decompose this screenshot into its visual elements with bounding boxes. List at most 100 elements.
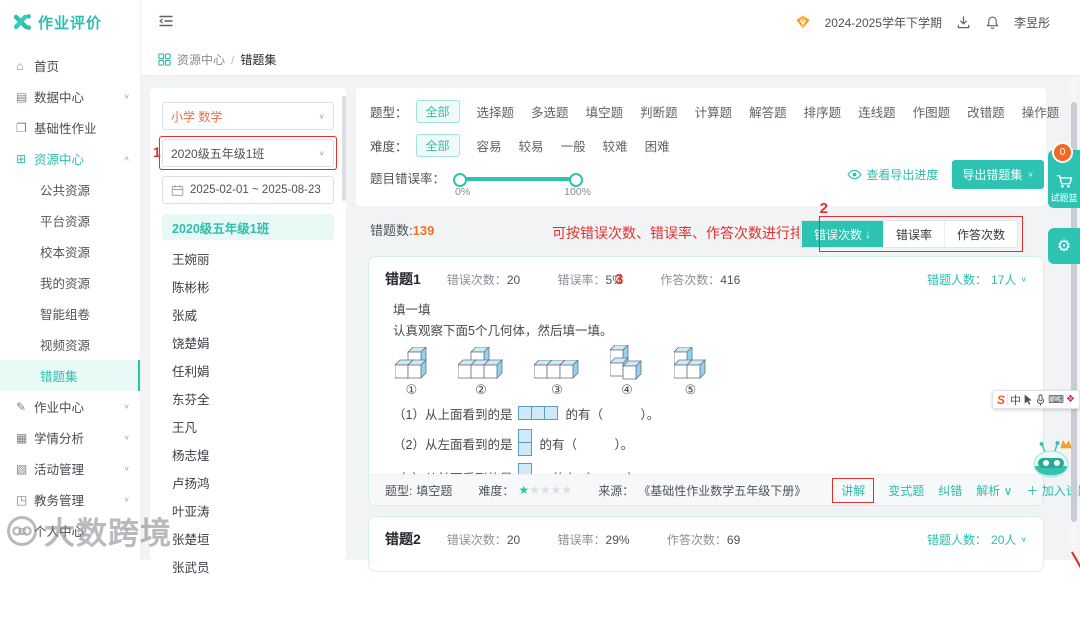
difficulty-pill[interactable]: 容易	[477, 136, 502, 155]
sidebar-item[interactable]: ⌂ 首页	[0, 50, 140, 81]
sidebar-item-label: 活动管理	[34, 463, 85, 477]
vip-gem-icon[interactable]	[795, 14, 811, 30]
chevron-icon: ∨	[123, 526, 130, 535]
figure-2: ②	[458, 347, 504, 398]
type-pill[interactable]: 选择题	[477, 102, 515, 121]
class-select[interactable]: 2020级五年级1班 ∨	[162, 139, 334, 167]
wrong-people-toggle[interactable]: 错题人数： 17人 ∨	[927, 271, 1027, 288]
slider-handle-max[interactable]	[569, 172, 584, 187]
wrong-people-toggle[interactable]: 错题人数： 20人 ∨	[927, 531, 1027, 548]
current-user[interactable]: 李昱彤	[1014, 14, 1050, 31]
question-action-link[interactable]: 讲解	[832, 477, 875, 503]
view-export-progress-link[interactable]: 查看导出进度	[847, 166, 938, 183]
sidebar-item[interactable]: 我的资源	[0, 267, 140, 298]
stat-item: 作答次数：416	[660, 272, 741, 287]
settings-widget[interactable]: ⚙	[1048, 228, 1080, 264]
sidebar-item[interactable]: ☺ 个人中心 ∨	[0, 515, 140, 546]
type-pill[interactable]: 作图题	[913, 102, 951, 121]
ime-toolbar[interactable]: S 中 ⌨ ❖	[992, 390, 1080, 409]
question-card-1: 错题1 错误次数：20 错误率：5% 作答次数：416 错题人数： 17人 ∨ 填…	[368, 256, 1080, 506]
keyboard-icon[interactable]: ⌨	[1048, 393, 1064, 406]
sidebar-item[interactable]: 校本资源	[0, 236, 140, 267]
question-basket-widget[interactable]: 0 试题篮	[1048, 142, 1080, 208]
figure-5: ⑤	[674, 347, 707, 398]
type-pill[interactable]: 操作题	[1022, 102, 1060, 121]
question-action-link[interactable]: 变式题	[888, 482, 924, 499]
sidebar-item[interactable]: 错题集	[0, 360, 140, 391]
student-item[interactable]: 张武员	[162, 552, 334, 575]
app-logo[interactable]: 作业评价	[0, 0, 140, 44]
type-pills: 全部 选择题 多选题 填空题 判断题 计算题 解答题 排序题 连线题 作图题 改错题 操作题	[415, 100, 1060, 123]
profile-icon: ☺	[16, 523, 29, 538]
assistant-robot[interactable]	[1030, 436, 1074, 483]
type-pill[interactable]: 填空题	[586, 102, 624, 121]
sidebar-item[interactable]: ❐ 基础性作业	[0, 112, 140, 143]
sidebar-item[interactable]: 公共资源	[0, 174, 140, 205]
date-range-picker[interactable]: 2025-02-01 ~ 2025-08-23	[162, 176, 334, 204]
difficulty-pill[interactable]: 较易	[519, 136, 544, 155]
sidebar-item[interactable]: ▤ 数据中心 ∨	[0, 81, 140, 112]
cursor-icon[interactable]	[1023, 394, 1033, 405]
sidebar-item[interactable]: ▦ 学情分析 ∨	[0, 422, 140, 453]
figure-1: ①	[395, 347, 428, 398]
sidebar-item[interactable]: ⊞ 资源中心 ∧	[0, 143, 140, 174]
subject-select-value: 小学 数学	[171, 109, 223, 124]
error-rate-slider[interactable]: 0% 100%	[453, 172, 591, 198]
sidebar-item[interactable]: ▧ 活动管理 ∨	[0, 453, 140, 484]
type-pill[interactable]: 判断题	[640, 102, 678, 121]
type-pill[interactable]: 连线题	[858, 102, 896, 121]
sidebar-item[interactable]: ✎ 作业中心 ∨	[0, 391, 140, 422]
mic-icon[interactable]	[1035, 393, 1046, 406]
bell-icon[interactable]	[985, 15, 1000, 30]
sort-button[interactable]: 作答次数	[943, 221, 1017, 247]
type-pill[interactable]: 多选题	[531, 102, 569, 121]
type-pill[interactable]: 全部	[415, 100, 460, 123]
figure-label: ⑤	[684, 382, 697, 397]
student-item[interactable]: 王凡	[162, 412, 334, 440]
student-item[interactable]: 饶楚娟	[162, 328, 334, 356]
download-icon[interactable]	[956, 15, 971, 30]
breadcrumb-section[interactable]: 资源中心	[177, 51, 225, 68]
sidebar-item-label: 资源中心	[34, 153, 85, 167]
school-term[interactable]: 2024-2025学年下学期	[825, 14, 942, 31]
student-item[interactable]: 张楚垣	[162, 524, 334, 552]
difficulty-pill[interactable]: 一般	[561, 136, 586, 155]
sort-button[interactable]: 错误次数 ↓	[800, 221, 883, 247]
sidebar-item[interactable]: ◳ 教务管理 ∨	[0, 484, 140, 515]
sidebar-item[interactable]: 视频资源	[0, 329, 140, 360]
sidebar-item[interactable]: 智能组卷	[0, 298, 140, 329]
arrow-down-icon: ↓	[864, 227, 871, 241]
student-item[interactable]: 王婉丽	[162, 244, 334, 272]
sidebar-item-label: 作业中心	[34, 401, 85, 415]
student-item[interactable]: 叶亚涛	[162, 496, 334, 524]
skin-icon[interactable]: ❖	[1066, 394, 1075, 405]
collapse-menu-icon[interactable]	[158, 13, 174, 32]
student-item[interactable]: 杨志煌	[162, 440, 334, 468]
student-list-scrollbar[interactable]	[342, 96, 346, 201]
figure-label: ④	[621, 382, 633, 397]
question-action-link[interactable]: 解析 ∨	[976, 482, 1012, 499]
sidebar-item[interactable]: 平台资源	[0, 205, 140, 236]
zh-mode-icon[interactable]: 中	[1010, 392, 1021, 408]
slider-handle-min[interactable]	[453, 172, 468, 187]
difficulty-pill[interactable]: 全部	[415, 134, 460, 157]
type-pill[interactable]: 排序题	[804, 102, 842, 121]
student-item[interactable]: 东芬全	[162, 384, 334, 412]
subject-select[interactable]: 小学 数学 ∨	[162, 102, 334, 130]
type-pill[interactable]: 解答题	[749, 102, 787, 121]
figure-label: ③	[551, 382, 563, 397]
student-item[interactable]: 张威	[162, 300, 334, 328]
type-pill[interactable]: 计算题	[695, 102, 733, 121]
question-action-link[interactable]: 纠错	[938, 482, 962, 499]
student-item[interactable]: 任利娟	[162, 356, 334, 384]
type-pill[interactable]: 改错题	[967, 102, 1005, 121]
difficulty-pill[interactable]: 困难	[645, 136, 670, 155]
difficulty-pill[interactable]: 较难	[603, 136, 628, 155]
student-item[interactable]: 卢扬鸿	[162, 468, 334, 496]
student-item[interactable]: 陈彬彬	[162, 272, 334, 300]
export-wrong-questions-button[interactable]: 导出错题集 ∨	[952, 160, 1044, 189]
sogou-s-icon[interactable]: S	[997, 393, 1005, 407]
grid-icon	[158, 53, 171, 66]
sort-button[interactable]: 错误率	[882, 221, 944, 247]
chevron-down-icon: ∨	[1020, 274, 1027, 283]
